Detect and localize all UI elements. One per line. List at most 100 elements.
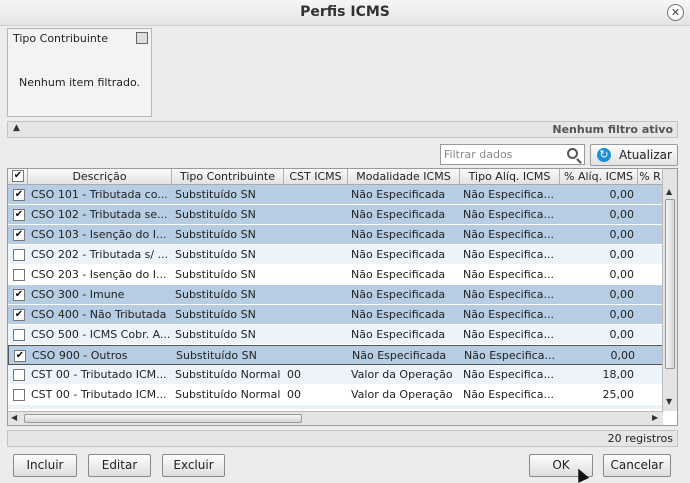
select-all-checkbox[interactable]: ✔ (12, 170, 24, 182)
cell-tipo-contribuinte: Substituído SN (175, 228, 256, 241)
col-modalidade-icms[interactable]: Modalidade ICMS (348, 169, 460, 184)
cell-cst-icms (284, 225, 348, 245)
table-row[interactable]: CSO 203 - Isenção do I... Substituído SN N… (8, 265, 663, 285)
cell-aliq-icms: 0,00 (609, 288, 635, 301)
table-row[interactable]: CSO 500 - ICMS Cobr. A... Substituído SN N… (8, 325, 663, 345)
cell-tipo-contribuinte: Substituído Normal (175, 388, 281, 401)
close-icon: ✕ (670, 6, 681, 19)
row-checkbox[interactable]: ✔ (13, 209, 25, 221)
select-all-cell[interactable]: ✔ (8, 169, 28, 184)
horizontal-scroll-thumb[interactable] (24, 414, 302, 423)
cell-modalidade-icms: Não Especificada (351, 288, 446, 301)
refresh-button[interactable]: ↻ Atualizar (590, 144, 678, 166)
row-checkbox[interactable]: ✔ (13, 229, 25, 241)
table-row[interactable]: ✔ CSO 900 - Outros Substituído SN Não Espec… (8, 345, 663, 365)
delete-button[interactable]: Excluir (162, 454, 225, 477)
cell-descricao: CSO 500 - ICMS Cobr. A... (31, 328, 171, 341)
close-button[interactable]: ✕ (667, 4, 684, 21)
filter-status: Nenhum filtro ativo (552, 123, 673, 136)
row-checkbox[interactable]: ✔ (13, 289, 25, 301)
cell-aliq-icms: 0,00 (609, 308, 635, 321)
cancel-button[interactable]: Cancelar (603, 454, 671, 477)
cell-tipo-aliq-icms: Não Especifica... (463, 228, 554, 241)
cell-descricao: CSO 101 - Tributada co... (31, 188, 168, 201)
cell-descricao: CST 00 - Tributado ICM... (31, 368, 167, 381)
cell-aliq-icms: 0,00 (609, 248, 635, 261)
row-checkbox[interactable] (13, 329, 25, 341)
row-checkbox[interactable] (13, 269, 25, 281)
include-button[interactable]: Incluir (13, 454, 77, 477)
table-row[interactable]: ✔ CSO 102 - Tributada se... Substituído SN… (8, 205, 663, 225)
refresh-label: Atualizar (619, 148, 672, 162)
table-row[interactable]: CST 00 - Tributado ICM... Substituído Nor… (8, 365, 663, 385)
scroll-up-icon[interactable]: ▲ (666, 187, 672, 196)
col-descricao[interactable]: Descrição (28, 169, 172, 184)
collapse-arrow-icon[interactable]: ▲ (13, 123, 20, 133)
row-checkbox[interactable]: ✔ (14, 350, 26, 362)
table-row[interactable]: ✔ CSO 400 - Não Tributada Substituído SN Nã… (8, 305, 663, 325)
cell-descricao: CSO 300 - Imune (31, 288, 125, 301)
row-checkbox[interactable]: ✔ (13, 189, 25, 201)
table-row[interactable]: CST 10 - Tributado ...Substituído Normal… (8, 405, 663, 409)
funnel-icon[interactable] (136, 32, 148, 44)
table-row[interactable]: ✔ CSO 101 - Tributada co... Substituído SN… (8, 185, 663, 205)
col-r[interactable]: % R (638, 169, 663, 184)
cell-modalidade-icms: Não Especificada (351, 208, 446, 221)
cell-cst-icms (284, 285, 348, 305)
search-input[interactable]: Filtrar dados (440, 144, 585, 165)
col-tipo-contribuinte[interactable]: Tipo Contribuinte (172, 169, 284, 184)
cell-cst-icms (285, 346, 349, 366)
record-count: 20 registros (607, 432, 673, 445)
cell-aliq-icms: 0,00 (609, 188, 635, 201)
cell-tipo-aliq-icms: Não Especifica... (463, 328, 554, 341)
cell-tipo-aliq-icms: Não Especifica... (463, 208, 554, 221)
refresh-icon: ↻ (597, 148, 611, 162)
cell-tipo-contribuinte: Substituído SN (175, 268, 256, 281)
table-row[interactable]: CST 00 - Tributado ICM... Substituído Nor… (8, 385, 663, 405)
scroll-down-icon[interactable]: ▼ (666, 397, 672, 406)
row-checkbox[interactable]: ✔ (13, 309, 25, 321)
cell-tipo-contribuinte: Substituído Normal (175, 368, 281, 381)
cell-modalidade-icms: Não Especificada (351, 188, 446, 201)
cell-cst-icms (284, 205, 348, 225)
cell-descricao: CSO 202 - Tributada s/ ... (31, 248, 169, 261)
cell-tipo-contribuinte: Substituído SN (175, 208, 256, 221)
cell-aliq-icms: 25,00 (602, 388, 635, 401)
cell-modalidade-icms: Não Especificada (351, 268, 446, 281)
row-checkbox[interactable] (13, 369, 25, 381)
scroll-right-icon[interactable]: ▶ (652, 413, 658, 422)
cell-modalidade-icms: Valor da Operação (351, 368, 453, 381)
table-row[interactable]: ✔ CSO 300 - Imune Substituído SN Não Especi… (8, 285, 663, 305)
cell-cst-icms (284, 245, 348, 265)
cell-cst-icms: 00 (287, 368, 301, 381)
col-tipo-aliq-icms[interactable]: Tipo Alíq. ICMS (460, 169, 560, 184)
cell-descricao: CST 00 - Tributado ICM... (31, 388, 167, 401)
record-count-bar: 20 registros (7, 430, 678, 447)
search-icon[interactable] (567, 148, 578, 159)
cell-cst-icms (284, 265, 348, 285)
row-checkbox[interactable] (13, 249, 25, 261)
vertical-scrollbar[interactable]: ▲ ▼ (662, 169, 677, 411)
cell-tipo-aliq-icms: Não Especifica... (464, 349, 555, 362)
row-checkbox[interactable] (13, 389, 25, 401)
table-row[interactable]: CSO 202 - Tributada s/ ... Substituído SN… (8, 245, 663, 265)
table-row[interactable]: ✔ CSO 103 - Isenção do I... Substituído SN… (8, 225, 663, 245)
filter-card-tipo-contribuinte[interactable]: Tipo Contribuinte Nenhum item filtrado. (7, 28, 152, 117)
cell-cst-icms (284, 325, 348, 345)
edit-button[interactable]: Editar (88, 454, 151, 477)
cell-aliq-icms: 0,00 (609, 208, 635, 221)
cell-descricao: CSO 102 - Tributada se... (31, 208, 168, 221)
horizontal-scrollbar[interactable]: ◀ ▶ (8, 411, 663, 425)
vertical-scroll-thumb[interactable] (665, 199, 675, 369)
cell-aliq-icms: 0,00 (609, 228, 635, 241)
cell-tipo-aliq-icms: Não Especifica... (463, 308, 554, 321)
col-aliq-icms[interactable]: % Alíq. ICMS (560, 169, 638, 184)
cell-descricao: CSO 103 - Isenção do I... (31, 228, 167, 241)
scroll-left-icon[interactable]: ◀ (11, 413, 17, 422)
cell-tipo-aliq-icms: Não Especifica... (463, 368, 554, 381)
col-cst-icms[interactable]: CST ICMS (284, 169, 348, 184)
cell-modalidade-icms: Não Especificada (351, 248, 446, 261)
cell-descricao: CSO 900 - Outros (32, 349, 128, 362)
filter-collapse-bar[interactable]: ▲ Nenhum filtro ativo (7, 121, 678, 138)
cell-modalidade-icms: Valor da Operação (348, 405, 460, 409)
